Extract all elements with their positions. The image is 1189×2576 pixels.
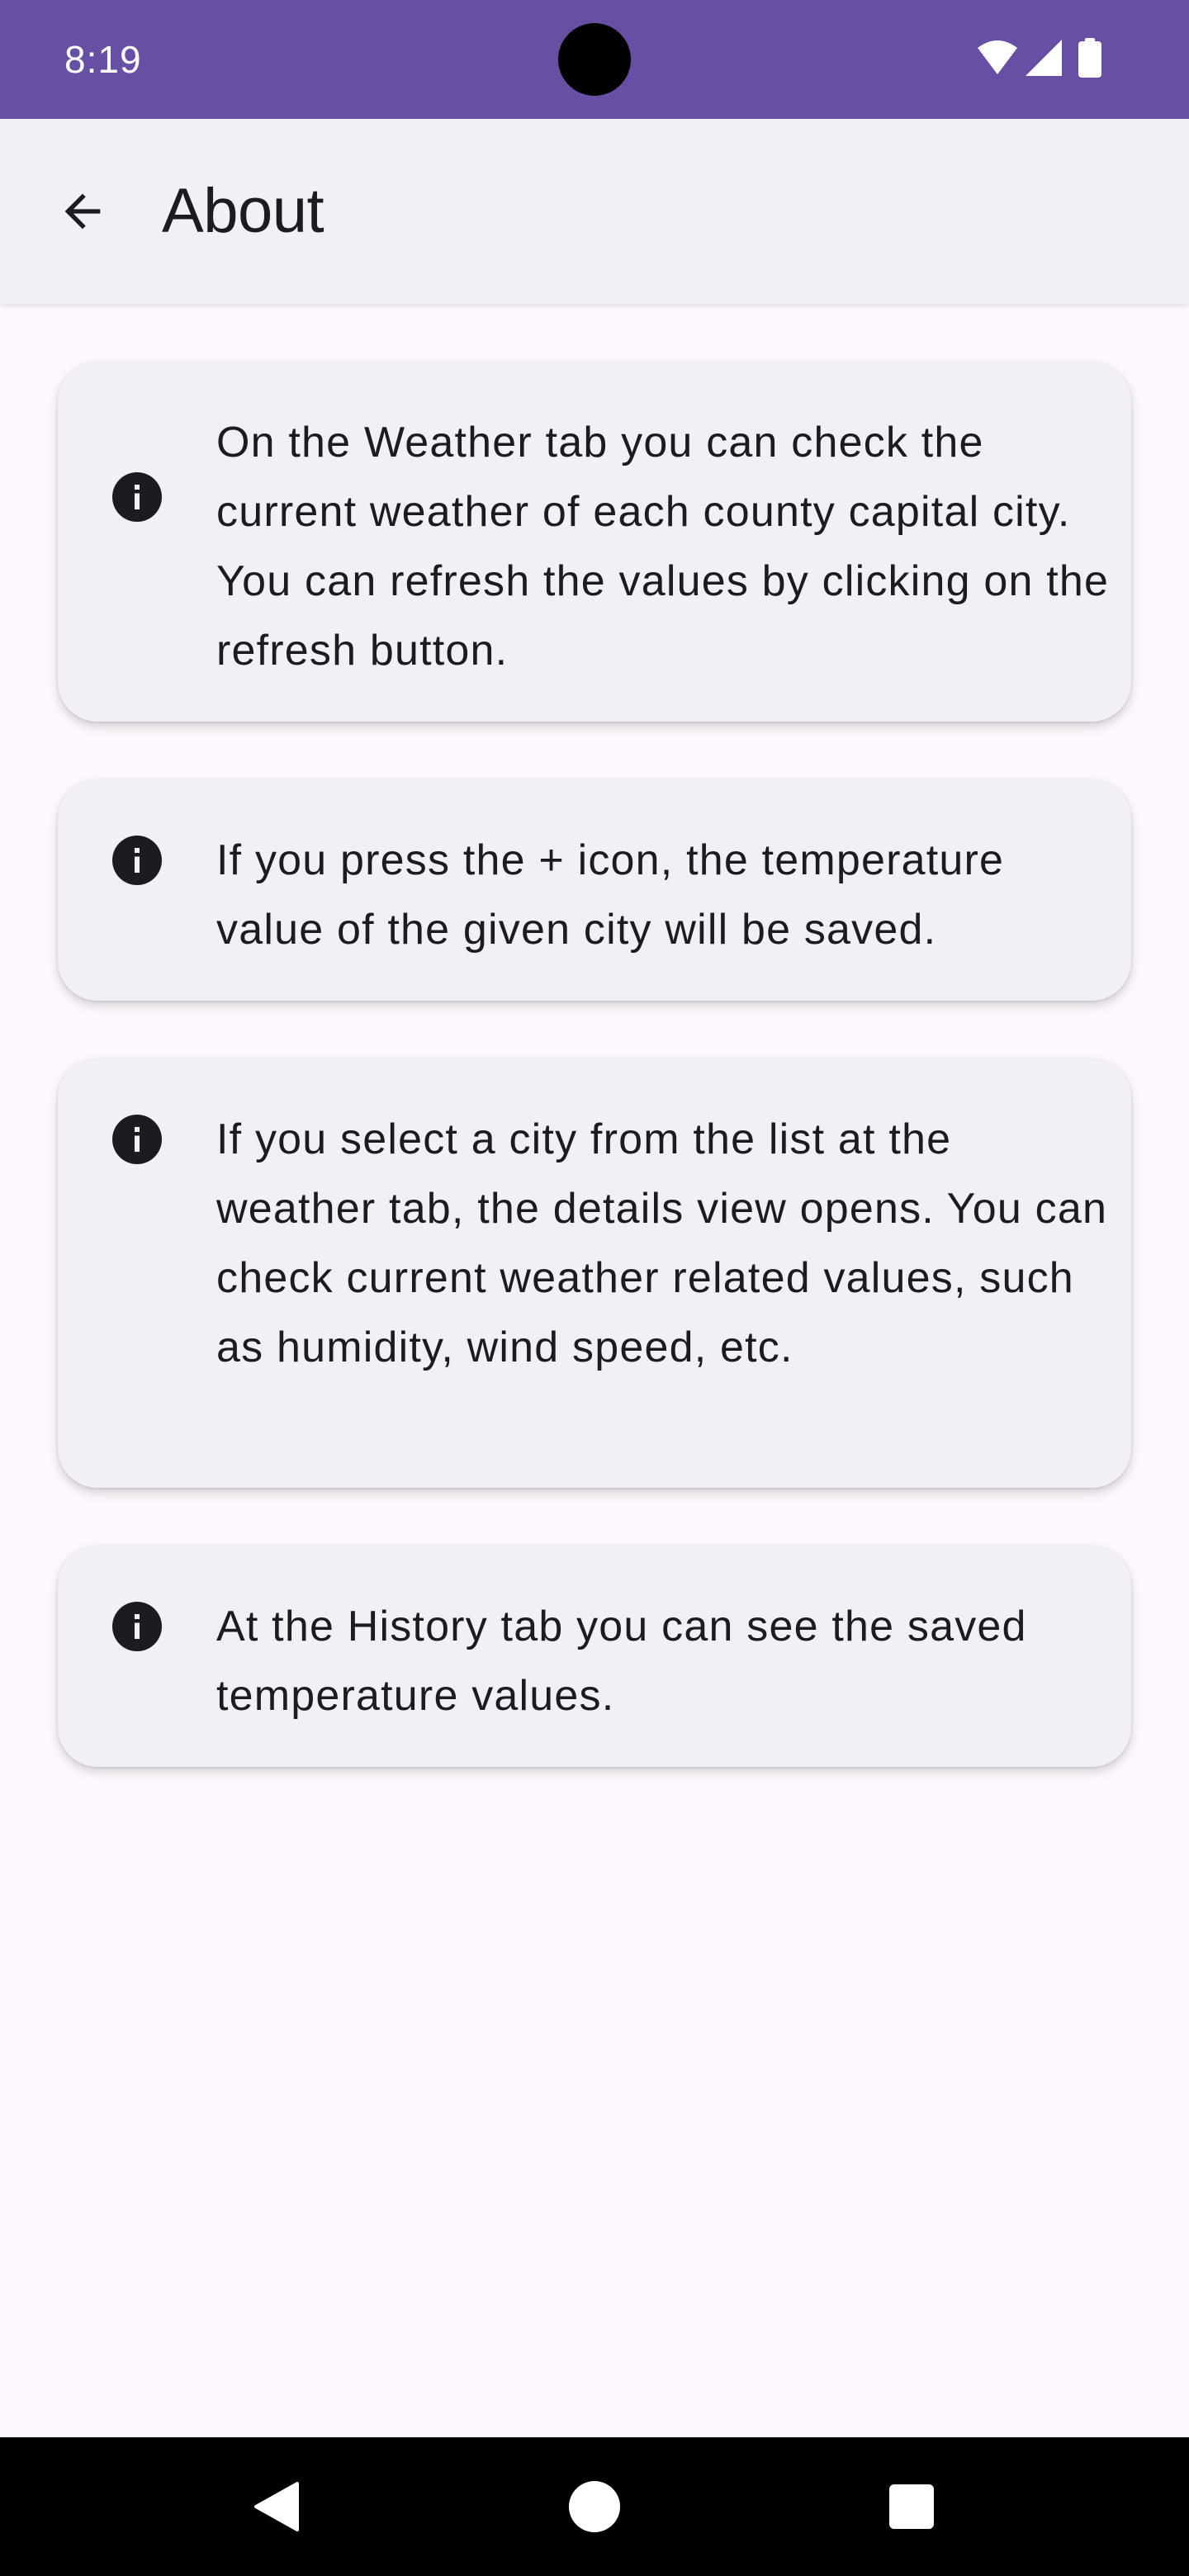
app-bar: About	[0, 119, 1189, 304]
recents-square-icon	[889, 2484, 934, 2529]
status-bar: 8:19	[0, 0, 1189, 119]
info-card-text: On the Weather tab you can check the cur…	[216, 419, 1110, 675]
info-card-text: At the History tab you can see the saved…	[216, 1603, 1027, 1720]
info-icon	[112, 836, 162, 885]
info-card-text: If you select a city from the list at th…	[216, 1115, 1108, 1371]
home-circle-icon	[569, 2481, 620, 2532]
info-card: If you select a city from the list at th…	[58, 1058, 1131, 1488]
battery-icon	[1078, 38, 1101, 78]
info-card-text: If you press the + icon, the temperature…	[216, 836, 1005, 954]
system-nav-bar	[0, 2437, 1189, 2576]
camera-cutout	[558, 23, 631, 96]
back-triangle-icon	[254, 2482, 299, 2531]
info-icon	[112, 472, 162, 522]
status-time: 8:19	[64, 38, 142, 81]
signal-icon	[1026, 40, 1062, 76]
nav-back-button[interactable]	[239, 2470, 312, 2543]
back-button[interactable]	[41, 170, 124, 253]
page-title: About	[162, 176, 324, 246]
info-card: At the History tab you can see the saved…	[58, 1546, 1131, 1767]
nav-recents-button[interactable]	[875, 2470, 948, 2543]
status-icons	[976, 38, 1113, 81]
info-card: On the Weather tab you can check the cur…	[58, 362, 1131, 722]
wifi-icon	[978, 40, 1017, 74]
info-icon	[112, 1602, 162, 1651]
info-card: If you press the + icon, the temperature…	[58, 779, 1131, 1001]
info-icon	[112, 1115, 162, 1164]
nav-home-button[interactable]	[558, 2470, 631, 2543]
arrow-back-icon	[64, 193, 101, 230]
